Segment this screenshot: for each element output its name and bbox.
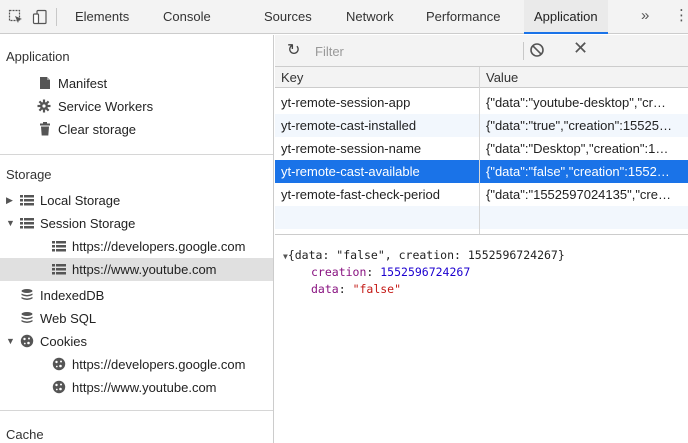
preview-property-data: data: "false": [311, 282, 402, 296]
table-row[interactable]: yt-remote-fast-check-period {"data":"155…: [275, 183, 688, 206]
sidebar-item-label: Clear storage: [58, 122, 137, 137]
manifest-icon: [40, 77, 50, 89]
tab-elements[interactable]: Elements: [75, 0, 129, 34]
value-cell: {"data":"youtube-desktop","cr…: [486, 95, 666, 110]
sidebar-item-local-storage[interactable]: ▶ Local Storage: [0, 189, 273, 212]
devtools-tab-bar: Elements Console Sources Network Perform…: [0, 0, 688, 34]
collapse-triangle-icon[interactable]: ▼: [6, 330, 15, 353]
key-cell: yt-remote-fast-check-period: [281, 187, 440, 202]
value-preview-pane: ▼{data: "false", creation: 1552596724267…: [275, 236, 688, 443]
sidebar-item-session-developers-google[interactable]: https://developers.google.com: [0, 235, 273, 258]
grid-bottom-border: [275, 234, 688, 235]
inspect-element-icon[interactable]: [8, 9, 24, 25]
sidebar-item-label: https://www.youtube.com: [72, 262, 217, 277]
sidebar-item-cookies[interactable]: ▼ Cookies: [0, 330, 273, 353]
sidebar-item-web-sql[interactable]: Web SQL: [0, 307, 273, 330]
sidebar-item-label: Service Workers: [58, 99, 154, 114]
tab-sources[interactable]: Sources: [264, 0, 312, 34]
device-toolbar-icon[interactable]: [32, 9, 48, 25]
sidebar-item-label: Cookies: [40, 334, 87, 349]
sidebar-item-label: https://developers.google.com: [72, 239, 246, 254]
expand-triangle-icon[interactable]: ▶: [6, 189, 13, 212]
collapse-triangle-icon[interactable]: ▼: [6, 212, 15, 235]
sidebar-item-label: Manifest: [58, 76, 108, 91]
key-cell: yt-remote-cast-available: [281, 164, 420, 179]
storage-table-icon: [52, 241, 66, 252]
sidebar-item-cookie-youtube[interactable]: https://www.youtube.com: [0, 376, 273, 399]
sidebar-item-session-storage[interactable]: ▼ Session Storage: [0, 212, 273, 235]
table-row[interactable]: yt-remote-session-app {"data":"youtube-d…: [275, 91, 688, 114]
clear-all-icon[interactable]: [529, 42, 545, 58]
sidebar-item-manifest[interactable]: Manifest: [0, 72, 273, 95]
preview-summary[interactable]: ▼{data: "false", creation: 1552596724267…: [283, 248, 565, 262]
tab-performance[interactable]: Performance: [426, 0, 500, 34]
storage-table-icon: [20, 218, 34, 229]
database-icon: [21, 312, 33, 323]
storage-table-icon: [52, 264, 66, 275]
table-row-selected[interactable]: yt-remote-cast-available {"data":"false"…: [275, 160, 688, 183]
toolbar-separator: [56, 8, 57, 26]
column-header-value[interactable]: Value: [480, 67, 688, 88]
table-row-empty: [275, 206, 688, 229]
sidebar-item-label: https://developers.google.com: [72, 357, 246, 372]
tab-application[interactable]: Application: [524, 0, 608, 34]
grid-header: Key Value: [275, 67, 688, 88]
cookie-icon: [20, 334, 34, 348]
database-icon: [21, 289, 33, 300]
section-header-application: Application: [6, 49, 70, 64]
table-row[interactable]: yt-remote-cast-installed {"data":"true",…: [275, 114, 688, 137]
value-cell: {"data":"false","creation":1552…: [486, 164, 670, 179]
tab-network[interactable]: Network: [346, 0, 394, 34]
storage-toolbar: ↻ ✕: [275, 35, 688, 67]
sidebar-divider: [0, 154, 273, 155]
sidebar-item-label: https://www.youtube.com: [72, 380, 217, 395]
key-cell: yt-remote-cast-installed: [281, 118, 417, 133]
sidebar-item-label: Web SQL: [40, 311, 97, 326]
sidebar-item-indexeddb[interactable]: IndexedDB: [0, 284, 273, 307]
preview-property-creation: creation: 1552596724267: [311, 265, 471, 279]
trash-icon: [40, 122, 50, 136]
sidebar-divider: [0, 410, 273, 411]
value-cell: {"data":"1552597024135","cre…: [486, 187, 671, 202]
toolbar-separator: [523, 42, 524, 60]
section-header-cache: Cache: [6, 427, 44, 442]
column-divider[interactable]: [479, 67, 480, 235]
section-header-storage: Storage: [6, 167, 52, 182]
gear-icon: [37, 99, 51, 113]
sidebar-item-label: Session Storage: [40, 216, 136, 231]
sidebar-item-clear-storage[interactable]: Clear storage: [0, 118, 273, 141]
value-cell: {"data":"true","creation":15525…: [486, 118, 672, 133]
cookie-icon: [52, 357, 66, 371]
sidebar-item-service-workers[interactable]: Service Workers: [0, 95, 273, 118]
sidebar-item-label: IndexedDB: [40, 288, 105, 303]
table-row[interactable]: yt-remote-session-name {"data":"Desktop"…: [275, 137, 688, 160]
delete-selected-icon[interactable]: ✕: [573, 38, 588, 59]
column-header-key[interactable]: Key: [275, 67, 479, 88]
cookie-icon: [52, 380, 66, 394]
sidebar-item-session-youtube[interactable]: https://www.youtube.com: [0, 258, 273, 281]
tab-console[interactable]: Console: [163, 0, 211, 34]
more-tabs-button[interactable]: »: [641, 0, 649, 34]
application-sidebar: Application Manifest Service Workers Cle…: [0, 35, 274, 443]
refresh-icon[interactable]: ↻: [287, 40, 300, 60]
sidebar-item-label: Local Storage: [40, 193, 121, 208]
key-cell: yt-remote-session-app: [281, 95, 411, 110]
sidebar-item-cookie-developers-google[interactable]: https://developers.google.com: [0, 353, 273, 376]
customize-menu-button[interactable]: ⋮: [674, 0, 688, 34]
filter-input[interactable]: [315, 40, 515, 62]
value-cell: {"data":"Desktop","creation":1…: [486, 141, 669, 156]
storage-table-icon: [20, 195, 34, 206]
storage-data-grid: Key Value yt-remote-session-app {"data":…: [275, 67, 688, 235]
key-cell: yt-remote-session-name: [281, 141, 422, 156]
